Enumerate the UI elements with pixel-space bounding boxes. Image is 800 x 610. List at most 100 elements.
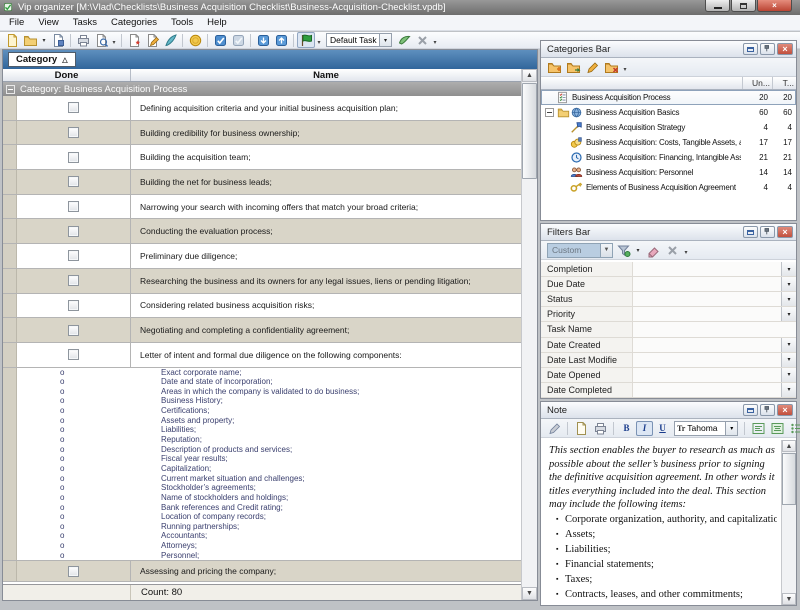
category-tree-item[interactable]: Business Acquisition: Costs, Tangible As… <box>541 135 796 150</box>
menu-tools[interactable]: Tools <box>164 16 200 29</box>
pin-icon[interactable] <box>760 404 775 416</box>
align-center-icon[interactable] <box>768 420 786 436</box>
delete-default-task-icon[interactable] <box>413 32 431 48</box>
task-checkbox[interactable] <box>68 102 79 113</box>
apply-default-task-icon[interactable] <box>395 32 413 48</box>
new-note-icon[interactable] <box>572 420 590 436</box>
clear-filter-icon[interactable] <box>644 242 662 258</box>
column-header-uncompleted[interactable]: Un... <box>742 77 772 89</box>
note-scrollbar[interactable]: ▲ ▼ <box>781 440 796 605</box>
print-note-icon[interactable] <box>591 420 609 436</box>
view-toolbar-overflow[interactable]: ▾ <box>315 32 323 48</box>
maximize-button[interactable] <box>731 0 756 12</box>
delete-filter-icon[interactable] <box>663 242 681 258</box>
task-row[interactable]: Considering related business acquisition… <box>3 294 521 319</box>
restore-icon[interactable] <box>743 404 758 416</box>
menu-view[interactable]: View <box>31 16 65 29</box>
category-tree-item[interactable]: Business Acquisition: Financing, Intangi… <box>541 150 796 165</box>
filter-value-field[interactable] <box>633 322 796 336</box>
task-toolbar-overflow[interactable]: ▾ <box>431 32 439 48</box>
pin-icon[interactable] <box>760 226 775 238</box>
filter-value-field[interactable] <box>633 338 781 352</box>
minimize-button[interactable] <box>705 0 730 12</box>
task-checkbox[interactable] <box>68 325 79 336</box>
filter-value-field[interactable] <box>633 292 781 306</box>
print-icon[interactable] <box>74 32 92 48</box>
category-tree-item[interactable]: Business Acquisition Strategy44 <box>541 120 796 135</box>
pin-icon[interactable] <box>760 43 775 55</box>
task-checkbox[interactable] <box>68 176 79 187</box>
scrollbar-thumb[interactable] <box>522 83 537 179</box>
category-tree-item[interactable]: Business Acquisition Basics6060 <box>541 105 796 120</box>
print-preview-icon[interactable] <box>92 32 110 48</box>
note-scroll-down-icon[interactable]: ▼ <box>782 593 796 605</box>
task-checkbox[interactable] <box>68 152 79 163</box>
task-row[interactable]: Preliminary due diligence; <box>3 244 521 269</box>
filter-dropdown-icon[interactable]: ▾ <box>781 292 796 306</box>
new-category-icon[interactable] <box>545 59 563 75</box>
edit-task-icon[interactable] <box>143 32 161 48</box>
underline-button[interactable]: U <box>654 421 671 436</box>
menu-help[interactable]: Help <box>200 16 234 29</box>
task-row[interactable]: Letter of intent and formal due diligenc… <box>3 343 521 368</box>
menu-tasks[interactable]: Tasks <box>66 16 104 29</box>
new-task-icon[interactable] <box>125 32 143 48</box>
expand-all-icon[interactable] <box>254 32 272 48</box>
filter-dropdown-icon[interactable]: ▾ <box>781 383 796 397</box>
collapse-node-icon[interactable] <box>545 108 554 117</box>
collapse-all-icon[interactable] <box>272 32 290 48</box>
insert-template-icon[interactable] <box>545 420 563 436</box>
apply-filter-icon[interactable] <box>614 242 632 258</box>
filter-dropdown-icon[interactable]: ▾ <box>781 262 796 276</box>
filter-value-field[interactable] <box>633 353 781 367</box>
column-header-total[interactable]: T... <box>772 77 796 89</box>
task-list-scrollbar[interactable]: ▲ ▼ <box>521 69 537 600</box>
task-checkbox[interactable] <box>68 349 79 360</box>
italic-button[interactable]: I <box>636 421 653 436</box>
group-by-category-button[interactable]: Category △ <box>8 52 76 67</box>
bold-button[interactable]: B <box>618 421 635 436</box>
close-button[interactable]: × <box>757 0 792 12</box>
go-service-icon[interactable] <box>297 32 315 48</box>
default-task-combo-dropdown-icon[interactable]: ▾ <box>379 34 391 46</box>
scroll-down-icon[interactable]: ▼ <box>522 587 537 600</box>
task-row[interactable]: Negotiating and completing a confidentia… <box>3 318 521 343</box>
task-row[interactable]: Building credibility for business owners… <box>3 121 521 146</box>
align-left-icon[interactable] <box>749 420 767 436</box>
font-combo[interactable]: TrTahoma▾ <box>674 421 738 436</box>
filter-preset-combo[interactable]: Custom ▼ <box>547 243 613 258</box>
note-scrollbar-thumb[interactable] <box>782 453 796 505</box>
mark-complete-icon[interactable] <box>211 32 229 48</box>
task-row[interactable]: Defining acquisition criteria and your i… <box>3 96 521 121</box>
filter-value-field[interactable] <box>633 277 781 291</box>
scroll-up-icon[interactable]: ▲ <box>522 69 537 82</box>
filter-value-field[interactable] <box>633 383 781 397</box>
task-row[interactable]: Researching the business and its owners … <box>3 269 521 294</box>
task-checkbox[interactable] <box>68 275 79 286</box>
new-subcategory-icon[interactable] <box>564 59 582 75</box>
menu-file[interactable]: File <box>2 16 31 29</box>
duplicate-task-icon[interactable] <box>161 32 179 48</box>
font-dropdown-icon[interactable]: ▾ <box>725 422 737 435</box>
task-row[interactable]: Building the acquisition team; <box>3 145 521 170</box>
task-checkbox[interactable] <box>68 127 79 138</box>
filter-value-field[interactable] <box>633 307 781 321</box>
category-tree-item[interactable]: Business Acquisition Process2020 <box>541 90 796 105</box>
filters-toolbar-overflow[interactable]: ▾ <box>682 242 690 258</box>
close-icon[interactable]: × <box>777 404 793 416</box>
task-row[interactable]: Narrowing your search with incoming offe… <box>3 195 521 220</box>
filter-value-field[interactable] <box>633 368 781 382</box>
filter-value-field[interactable] <box>633 262 781 276</box>
category-tree-item[interactable]: Elements of Business Acquisition Agreeme… <box>541 180 796 195</box>
task-checkbox[interactable] <box>68 201 79 212</box>
edit-category-icon[interactable] <box>583 59 601 75</box>
save-icon[interactable] <box>49 32 67 48</box>
filter-preset-dropdown-icon[interactable]: ▼ <box>600 244 612 257</box>
category-group-row[interactable]: Category: Business Acquisition Process <box>3 82 521 96</box>
new-file-icon[interactable] <box>3 32 21 48</box>
task-checkbox[interactable] <box>68 300 79 311</box>
menu-categories[interactable]: Categories <box>104 16 164 29</box>
restore-icon[interactable] <box>743 226 758 238</box>
task-checkbox[interactable] <box>68 566 79 577</box>
bullet-list-icon[interactable] <box>787 420 800 436</box>
